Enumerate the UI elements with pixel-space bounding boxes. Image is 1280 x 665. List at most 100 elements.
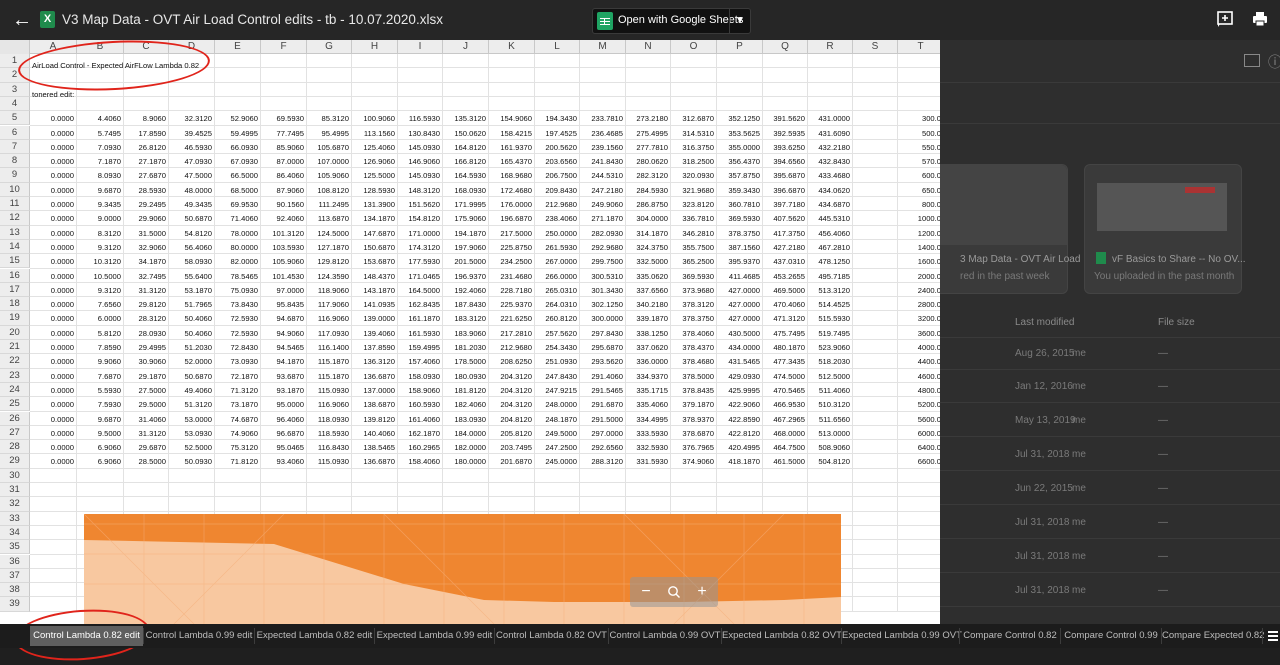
table-cell[interactable]: 337.6560: [626, 286, 671, 295]
table-cell[interactable]: 1400.0: [898, 243, 940, 252]
table-cell[interactable]: 0.0000: [30, 214, 77, 223]
table-cell[interactable]: 4800.0: [898, 386, 940, 395]
table-cell[interactable]: 468.0000: [763, 429, 808, 438]
table-cell[interactable]: 192.4060: [443, 286, 489, 295]
table-cell[interactable]: 511.6560: [808, 415, 853, 424]
table-cell[interactable]: 9.0000: [77, 214, 124, 223]
row-header[interactable]: 9: [0, 168, 30, 183]
table-cell[interactable]: 52.5000: [169, 443, 215, 452]
table-cell[interactable]: 139.0000: [352, 314, 398, 323]
table-cell[interactable]: 27.5000: [124, 386, 169, 395]
table-cell[interactable]: 196.6870: [489, 214, 535, 223]
table-cell[interactable]: 9.6870: [77, 415, 124, 424]
row-header[interactable]: 3: [0, 82, 30, 97]
table-cell[interactable]: 180.0000: [443, 457, 489, 466]
table-cell[interactable]: 97.0000: [261, 286, 307, 295]
table-cell[interactable]: 151.5620: [398, 200, 443, 209]
table-cell[interactable]: 234.2500: [489, 257, 535, 266]
table-cell[interactable]: 225.8750: [489, 243, 535, 252]
table-cell[interactable]: 8.0930: [77, 171, 124, 180]
table-cell[interactable]: 73.0930: [215, 357, 261, 366]
table-cell[interactable]: 141.0935: [352, 300, 398, 309]
table-cell[interactable]: 126.9060: [352, 157, 398, 166]
column-header[interactable]: O: [671, 40, 717, 54]
table-cell[interactable]: 113.6870: [307, 214, 352, 223]
table-cell[interactable]: 51.3120: [169, 400, 215, 409]
table-cell[interactable]: 464.7500: [763, 443, 808, 452]
table-cell[interactable]: 203.6560: [535, 157, 580, 166]
table-cell[interactable]: 138.5465: [352, 443, 398, 452]
table-cell[interactable]: 514.4525: [808, 300, 853, 309]
table-cell[interactable]: 29.1870: [124, 372, 169, 381]
column-header[interactable]: I: [398, 40, 443, 54]
table-cell[interactable]: 378.9370: [671, 415, 717, 424]
table-cell[interactable]: 0.0000: [30, 272, 77, 281]
table-cell[interactable]: 273.2180: [626, 114, 671, 123]
table-cell[interactable]: 168.9680: [489, 171, 535, 180]
table-cell[interactable]: 431.0000: [808, 114, 853, 123]
table-cell[interactable]: 282.3120: [626, 171, 671, 180]
table-cell[interactable]: 52.0000: [169, 357, 215, 366]
sheet-tab[interactable]: Expected Lambda 0.99 edit: [375, 626, 494, 646]
table-cell[interactable]: 161.4060: [398, 415, 443, 424]
table-cell[interactable]: 117.9060: [307, 300, 352, 309]
table-cell[interactable]: 456.4060: [808, 229, 853, 238]
table-cell[interactable]: 160.2965: [398, 443, 443, 452]
table-cell[interactable]: 225.9370: [489, 300, 535, 309]
table-cell[interactable]: 212.9680: [489, 343, 535, 352]
table-cell[interactable]: 217.2810: [489, 329, 535, 338]
row-header[interactable]: 11: [0, 197, 30, 212]
row-header[interactable]: 23: [0, 368, 30, 383]
table-cell[interactable]: 206.7500: [535, 171, 580, 180]
table-cell[interactable]: 378.6870: [671, 429, 717, 438]
table-cell[interactable]: 800.0: [898, 200, 940, 209]
table-cell[interactable]: 9.6870: [77, 186, 124, 195]
table-cell[interactable]: 93.6870: [261, 372, 307, 381]
table-cell[interactable]: 180.0930: [443, 372, 489, 381]
column-header[interactable]: P: [717, 40, 763, 54]
table-cell[interactable]: 74.6870: [215, 415, 261, 424]
table-cell[interactable]: 113.1560: [352, 129, 398, 138]
table-cell[interactable]: 204.3120: [489, 386, 535, 395]
table-cell[interactable]: 125.4060: [352, 143, 398, 152]
table-cell[interactable]: 103.5930: [261, 243, 307, 252]
table-cell[interactable]: 116.1400: [307, 343, 352, 352]
table-cell[interactable]: 261.5930: [535, 243, 580, 252]
sheet-tab[interactable]: Control Lambda 0.99 OVT: [609, 626, 721, 646]
table-cell[interactable]: 47.5000: [169, 171, 215, 180]
table-cell[interactable]: 117.0930: [307, 329, 352, 338]
table-cell[interactable]: 5.8120: [77, 329, 124, 338]
table-cell[interactable]: 9.3120: [77, 243, 124, 252]
table-cell[interactable]: 4000.0: [898, 343, 940, 352]
table-cell[interactable]: 314.1870: [626, 229, 671, 238]
row-header[interactable]: 27: [0, 425, 30, 441]
table-cell[interactable]: 73.8430: [215, 300, 261, 309]
row-header[interactable]: 33: [0, 511, 30, 526]
table-cell[interactable]: 518.2030: [808, 357, 853, 366]
table-cell[interactable]: 204.3120: [489, 400, 535, 409]
table-cell[interactable]: 429.0930: [717, 372, 763, 381]
table-cell[interactable]: 467.2810: [808, 243, 853, 252]
table-cell[interactable]: 136.6870: [352, 457, 398, 466]
table-cell[interactable]: 0.0000: [30, 171, 77, 180]
table-cell[interactable]: 92.4060: [261, 214, 307, 223]
table-cell[interactable]: 335.0620: [626, 272, 671, 281]
table-cell[interactable]: 78.0000: [215, 229, 261, 238]
table-cell[interactable]: 427.0000: [717, 286, 763, 295]
table-cell[interactable]: 34.1870: [124, 257, 169, 266]
table-cell[interactable]: 324.3750: [626, 243, 671, 252]
table-cell[interactable]: 466.9530: [763, 400, 808, 409]
table-cell[interactable]: 422.9060: [717, 400, 763, 409]
table-cell[interactable]: 257.5620: [535, 329, 580, 338]
table-cell[interactable]: 291.6870: [580, 400, 626, 409]
table-cell[interactable]: 2400.0: [898, 286, 940, 295]
row-header[interactable]: 6: [0, 125, 30, 140]
table-cell[interactable]: 425.9995: [717, 386, 763, 395]
table-cell[interactable]: 445.5310: [808, 214, 853, 223]
table-cell[interactable]: 0.0000: [30, 415, 77, 424]
table-cell[interactable]: 154.8120: [398, 214, 443, 223]
table-cell[interactable]: 264.0310: [535, 300, 580, 309]
table-cell[interactable]: 28.5930: [124, 186, 169, 195]
table-cell[interactable]: 66.0930: [215, 143, 261, 152]
table-cell[interactable]: 124.5000: [307, 229, 352, 238]
